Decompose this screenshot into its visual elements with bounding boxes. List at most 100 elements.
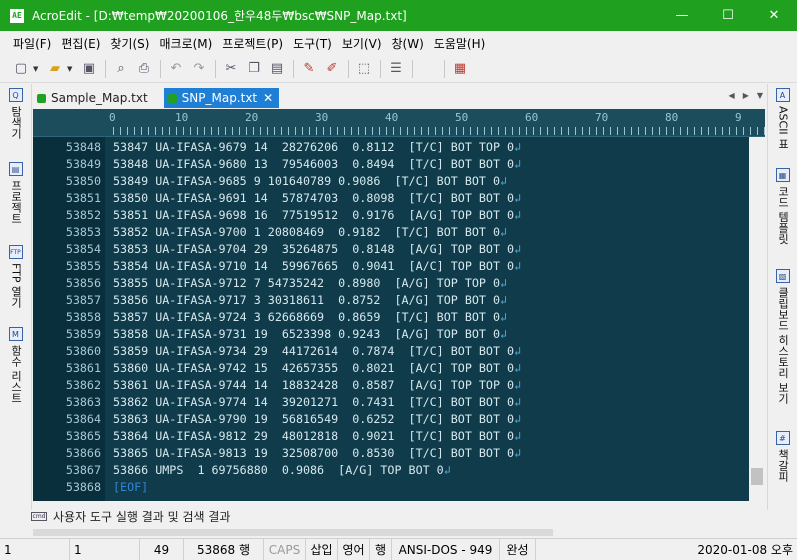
side-tab-project[interactable]: ▤ 프로젝트 (0, 162, 31, 224)
side-tab-label: 코드 템플릿 (776, 186, 790, 245)
end-of-line-icon: ↲ (514, 157, 522, 171)
clear-highlight-icon[interactable]: ✐ (321, 58, 343, 80)
scrollbar-thumb[interactable] (751, 468, 763, 485)
menu-help[interactable]: 도움말(H) (429, 35, 491, 52)
blank-tool-icon[interactable] (417, 58, 439, 80)
status-autocomplete[interactable]: 완성 (500, 538, 536, 560)
tab-close-icon[interactable]: ✕ (263, 91, 273, 105)
side-tab-code-template[interactable]: ▦ 코드 템플릿 (768, 168, 797, 245)
status-language[interactable]: 영어 (338, 538, 370, 560)
paste-icon[interactable]: ▤ (266, 58, 288, 80)
tab-snp-map[interactable]: SNP_Map.txt ✕ (163, 88, 280, 108)
ruler-label: 10 (175, 111, 189, 124)
end-of-line-icon: ↲ (514, 191, 522, 205)
text-editor[interactable]: 0 10 20 30 40 50 60 70 80 9 53848 53847 U… (33, 109, 765, 501)
side-tab-label: 함수 리스트 (9, 345, 23, 404)
output-panel-tab[interactable]: cmd 사용자 도구 실행 결과 및 검색 결과 (31, 505, 765, 527)
line-number: 53851 (65, 191, 101, 205)
menu-macro[interactable]: 매크로(M) (154, 35, 217, 52)
editor-line: 53868 [EOF] (33, 479, 747, 496)
line-number: 53862 (65, 378, 101, 392)
status-line-mode[interactable]: 행 (370, 538, 392, 560)
ruler-label: 40 (385, 111, 399, 124)
save-icon[interactable]: ▣ (78, 58, 100, 80)
side-tab-label: 책갈피 (776, 449, 790, 482)
line-number: 53854 (65, 242, 101, 256)
toolbar-separator (215, 59, 216, 78)
line-text: 53847 UA-IFASA-9679 14 28276206 0.8112 [… (113, 140, 515, 154)
ftp-icon: FTP (8, 245, 23, 259)
line-number: 53849 (65, 157, 101, 171)
maximize-button[interactable]: ☐ (705, 0, 751, 31)
ruler-label: 9 (735, 111, 742, 124)
line-text: 53850 UA-IFASA-9691 14 57874703 0.8098 [… (113, 191, 515, 205)
menu-project[interactable]: 프로젝트(P) (217, 35, 288, 52)
editor-line: 53860 53859 UA-IFASA-9734 29 44172614 0.7… (33, 343, 747, 360)
clipboard-icon: ▧ (775, 269, 790, 283)
tab-navigation: ◀ ▶ ▼ (729, 91, 763, 100)
line-text: 53864 UA-IFASA-9812 29 48012818 0.9021 [… (113, 429, 515, 443)
calendar-icon[interactable]: ▦ (449, 58, 471, 80)
end-of-line-icon: ↲ (500, 174, 508, 188)
close-button[interactable]: ✕ (751, 0, 797, 31)
toolbar-separator (444, 59, 445, 78)
file-type-icon (167, 93, 177, 103)
toolbar-separator (348, 59, 349, 78)
open-dropdown-icon[interactable]: ▼ (67, 65, 75, 73)
side-tab-label: FTP 열기 (9, 263, 23, 308)
menu-tools[interactable]: 도구(T) (288, 35, 337, 52)
status-insert-mode[interactable]: 삽입 (306, 538, 338, 560)
line-text: 53860 UA-IFASA-9742 15 42657355 0.8021 [… (113, 361, 515, 375)
title-bar: AE AcroEdit - [D:₩temp₩20200106_한우48두₩bs… (0, 0, 797, 31)
tab-scroll-right-icon[interactable]: ▶ (743, 91, 749, 100)
end-of-line-icon: ↲ (514, 429, 522, 443)
side-tab-explorer[interactable]: Q 탐색기 (0, 88, 31, 139)
line-number: 53856 (65, 276, 101, 290)
tab-list-dropdown-icon[interactable]: ▼ (757, 91, 763, 100)
bookmark-icon[interactable]: ⬚ (353, 58, 375, 80)
side-tab-bookmarks[interactable]: # 책갈피 (768, 431, 797, 482)
editor-line: 53856 53855 UA-IFASA-9712 7 54735242 0.89… (33, 275, 747, 292)
vertical-scrollbar[interactable] (749, 137, 765, 501)
editor-line: 53850 53849 UA-IFASA-9685 9 101640789 0.9… (33, 173, 747, 190)
copy-icon[interactable]: ❐ (243, 58, 265, 80)
line-text: 53865 UA-IFASA-9813 19 32508700 0.8530 [… (113, 446, 515, 460)
line-number: 53853 (65, 225, 101, 239)
cut-icon[interactable]: ✂ (220, 58, 242, 80)
end-of-line-icon: ↲ (514, 208, 522, 222)
open-folder-icon[interactable]: ▰ (44, 58, 66, 80)
end-of-line-icon: ↲ (500, 293, 508, 307)
line-number: 53860 (65, 344, 101, 358)
print-preview-icon[interactable]: ⌕ (110, 58, 132, 80)
highlight-icon[interactable]: ✎ (298, 58, 320, 80)
menu-view[interactable]: 보기(V) (337, 35, 387, 52)
menu-find[interactable]: 찾기(S) (105, 35, 154, 52)
side-tab-function-list[interactable]: M 함수 리스트 (0, 327, 31, 404)
new-dropdown-icon[interactable]: ▼ (33, 65, 41, 73)
editor-line: 53866 53865 UA-IFASA-9813 19 32508700 0.8… (33, 445, 747, 462)
status-encoding[interactable]: ANSI-DOS - 949 (392, 538, 500, 560)
line-number: 53850 (65, 174, 101, 188)
status-line-count: 53868 행 (184, 538, 264, 560)
undo-icon[interactable]: ↶ (165, 58, 187, 80)
menu-window[interactable]: 창(W) (387, 35, 429, 52)
tab-scroll-left-icon[interactable]: ◀ (729, 91, 735, 100)
side-tab-ftp[interactable]: FTP FTP 열기 (0, 245, 31, 308)
end-of-line-icon: ↲ (514, 412, 522, 426)
tab-sample-map[interactable]: Sample_Map.txt (33, 88, 154, 108)
menu-edit[interactable]: 편집(E) (56, 35, 105, 52)
print-icon[interactable]: ⎙ (133, 58, 155, 80)
line-text: 53858 UA-IFASA-9731 19 6523398 0.9243 [A… (113, 327, 501, 341)
line-text: 53855 UA-IFASA-9712 7 54735242 0.8980 [A… (113, 276, 501, 290)
code-template-icon: ▦ (775, 168, 790, 182)
minimize-button[interactable]: — (659, 0, 705, 31)
redo-icon[interactable]: ↷ (188, 58, 210, 80)
side-tab-clipboard-history[interactable]: ▧ 클립보드 히스토리 보기 (768, 269, 797, 404)
line-text: 53866 UMPS 1 69756880 0.9086 [A/G] TOP B… (113, 463, 444, 477)
column-mode-icon[interactable]: ☰ (385, 58, 407, 80)
side-tab-ascii[interactable]: A ASCII 표 (768, 88, 797, 149)
new-file-icon[interactable]: ▢ (10, 58, 32, 80)
status-caps: CAPS (264, 538, 306, 560)
menu-file[interactable]: 파일(F) (8, 35, 56, 52)
horizontal-scrollbar[interactable] (33, 529, 553, 536)
